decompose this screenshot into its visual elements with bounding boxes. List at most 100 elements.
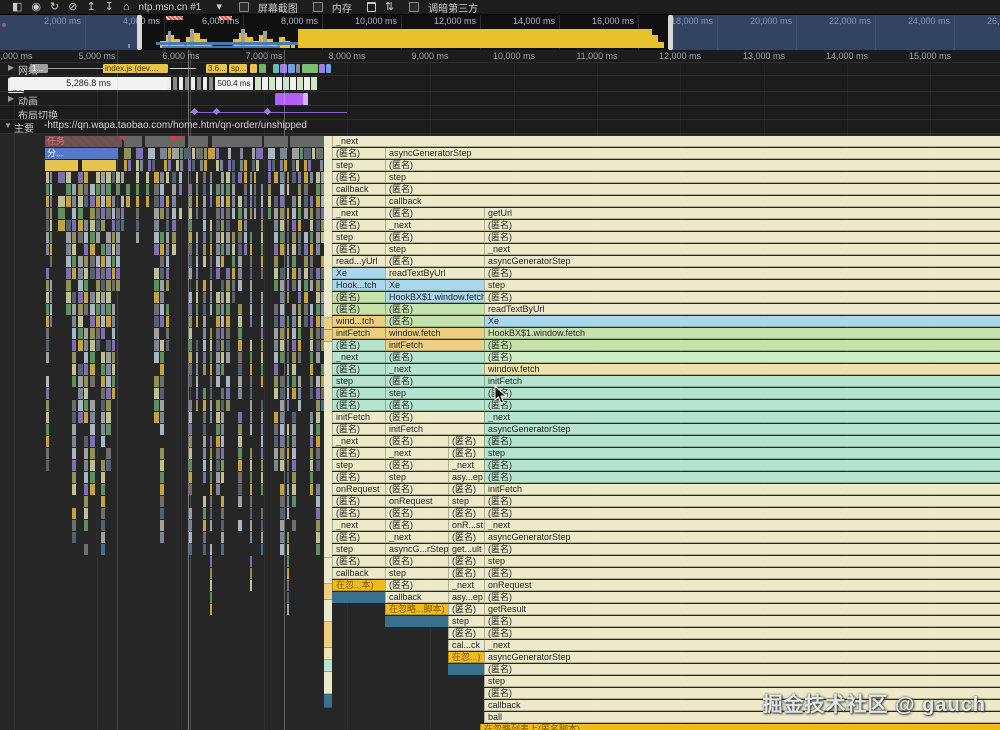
- flame-frame[interactable]: (匿名): [484, 496, 1000, 507]
- flame-frame-clipped[interactable]: [324, 648, 332, 660]
- flame-frame[interactable]: (匿名): [385, 436, 448, 447]
- flame-frame[interactable]: (匿名): [332, 244, 385, 255]
- flame-frame[interactable]: step: [332, 460, 385, 471]
- load-profile-icon[interactable]: ↥: [86, 1, 95, 13]
- flame-frame[interactable]: _next: [484, 520, 1000, 531]
- flame-frame[interactable]: window.fetch: [385, 328, 484, 339]
- flame-frame[interactable]: cal...ck: [448, 640, 484, 651]
- flame-frame[interactable]: _next: [385, 220, 484, 231]
- flame-frame[interactable]: (匿名): [448, 532, 484, 543]
- flame-frame[interactable]: (匿名): [332, 496, 385, 507]
- animation-bar[interactable]: [275, 93, 303, 105]
- flame-frame[interactable]: (匿名): [448, 436, 484, 447]
- flame-frame[interactable]: HookBX$1.window.fetch: [385, 292, 484, 303]
- flame-frame[interactable]: (匿名): [385, 580, 448, 591]
- flame-frame[interactable]: (匿名): [484, 568, 1000, 579]
- flame-frame[interactable]: callback: [332, 184, 385, 195]
- reload-and-record-icon[interactable]: ↻: [50, 1, 59, 13]
- network-request-chip[interactable]: [250, 64, 257, 73]
- panel-dock-icon[interactable]: ◧: [12, 1, 22, 13]
- flame-frame[interactable]: (匿名): [332, 340, 385, 351]
- flame-frame[interactable]: (匿名): [332, 400, 385, 411]
- flame-frame[interactable]: (匿名): [385, 460, 448, 471]
- flame-frame[interactable]: (匿名): [385, 400, 484, 411]
- frame-duration-bar[interactable]: 5,286.8 ms: [10, 77, 167, 90]
- selection-handle-left[interactable]: [137, 15, 142, 50]
- flame-frame[interactable]: 在忽略...脚本): [385, 604, 448, 615]
- flame-frame[interactable]: initFetch: [332, 328, 385, 339]
- flame-frame[interactable]: _next: [484, 640, 1000, 651]
- flame-frame[interactable]: (匿名): [332, 196, 385, 207]
- flame-frame[interactable]: get...ult: [448, 544, 484, 555]
- flame-frame[interactable]: Xe: [484, 316, 1000, 327]
- flame-frame[interactable]: 在忽略列表上(匿名脚本): [480, 724, 1000, 730]
- flame-frame[interactable]: (匿名): [484, 400, 1000, 411]
- flame-frame[interactable]: (匿名): [484, 544, 1000, 555]
- flame-frame[interactable]: asyncGeneratorStep: [484, 532, 1000, 543]
- flame-frame[interactable]: (匿名): [448, 604, 484, 615]
- flame-frame[interactable]: (匿名): [484, 472, 1000, 483]
- flame-frame[interactable]: (匿名): [448, 556, 484, 567]
- flame-frame[interactable]: (匿名): [385, 160, 1000, 171]
- layout-shift-diamond[interactable]: [212, 107, 221, 116]
- home-icon[interactable]: ⌂: [123, 1, 130, 13]
- flame-frame[interactable]: (匿名): [448, 484, 484, 495]
- flame-frame[interactable]: readTextByUrl: [385, 268, 484, 279]
- flame-frame[interactable]: asyncGeneratorStep: [484, 256, 1000, 267]
- flame-frame[interactable]: (匿名): [332, 556, 385, 567]
- network-request-chip[interactable]: sp...: [229, 64, 247, 73]
- flame-frame[interactable]: (匿名): [484, 388, 1000, 399]
- timeline-overview[interactable]: 2,000 ms4,000 ms6,000 ms8,000 ms10,000 m…: [0, 15, 1000, 50]
- flame-frame[interactable]: asyncGeneratorStep: [484, 424, 1000, 435]
- flame-frame-clipped[interactable]: [324, 672, 332, 694]
- flame-frame[interactable]: _next: [385, 364, 484, 375]
- flame-frame[interactable]: (匿名): [332, 388, 385, 399]
- flame-frame[interactable]: (匿名): [484, 352, 1000, 363]
- flame-frame[interactable]: (匿名): [332, 448, 385, 459]
- flame-frame[interactable]: [448, 664, 484, 675]
- selection-handle-right[interactable]: [668, 15, 673, 50]
- flame-frame[interactable]: (匿名): [484, 664, 1000, 675]
- flame-frame[interactable]: initFetch: [484, 484, 1000, 495]
- flame-frame[interactable]: (匿名): [332, 304, 385, 315]
- flame-frame[interactable]: (匿名): [385, 184, 1000, 195]
- flame-frame[interactable]: (匿名): [332, 364, 385, 375]
- flame-frame[interactable]: (匿名): [332, 424, 385, 435]
- flame-frame-clipped[interactable]: [324, 660, 332, 672]
- flame-frame[interactable]: (匿名): [385, 316, 484, 327]
- flame-frame[interactable]: _next: [332, 208, 385, 219]
- main-disclosure-icon[interactable]: ▼: [4, 121, 12, 130]
- flame-frame[interactable]: _next: [332, 520, 385, 531]
- flame-frame[interactable]: (匿名): [332, 472, 385, 483]
- flame-frame[interactable]: onRequest: [484, 580, 1000, 591]
- network-request-chip[interactable]: 3.6...: [206, 64, 227, 73]
- flame-frame[interactable]: (匿名): [385, 484, 448, 495]
- flame-frame[interactable]: step: [385, 388, 484, 399]
- flame-frame[interactable]: (匿名): [448, 508, 484, 519]
- chevron-down-icon[interactable]: ▾: [216, 1, 222, 13]
- flame-frame[interactable]: step: [332, 232, 385, 243]
- flame-frame[interactable]: asy...ep: [448, 592, 484, 603]
- flame-frame[interactable]: readTextByUrl: [484, 304, 1000, 315]
- flame-frame[interactable]: step: [332, 160, 385, 171]
- frame-duration-bar[interactable]: 500.4 ms: [215, 77, 253, 90]
- flame-frame[interactable]: [385, 616, 448, 627]
- flame-frame[interactable]: Xe: [385, 280, 484, 291]
- flame-frame[interactable]: initFetch: [332, 412, 385, 423]
- memory-checkbox[interactable]: [312, 2, 323, 12]
- flame-frame[interactable]: (匿名): [385, 208, 484, 219]
- flame-frame[interactable]: step: [484, 556, 1000, 567]
- network-request-chip[interactable]: [273, 64, 279, 73]
- flame-frame[interactable]: (匿名): [385, 352, 484, 363]
- network-request-chip[interactable]: 1...: [30, 64, 48, 73]
- layout-shift-diamond[interactable]: [190, 107, 199, 116]
- flame-frame-clipped[interactable]: [324, 330, 332, 342]
- flame-frame[interactable]: (匿名): [484, 628, 1000, 639]
- flame-frame-clipped[interactable]: [324, 622, 332, 648]
- flame-frame[interactable]: step: [332, 376, 385, 387]
- task-bar[interactable]: [124, 136, 142, 147]
- flame-frame[interactable]: _next: [484, 244, 1000, 255]
- layout-shift-diamond[interactable]: [263, 107, 272, 116]
- flame-frame[interactable]: step: [385, 568, 448, 579]
- flame-frame[interactable]: (匿名): [385, 508, 448, 519]
